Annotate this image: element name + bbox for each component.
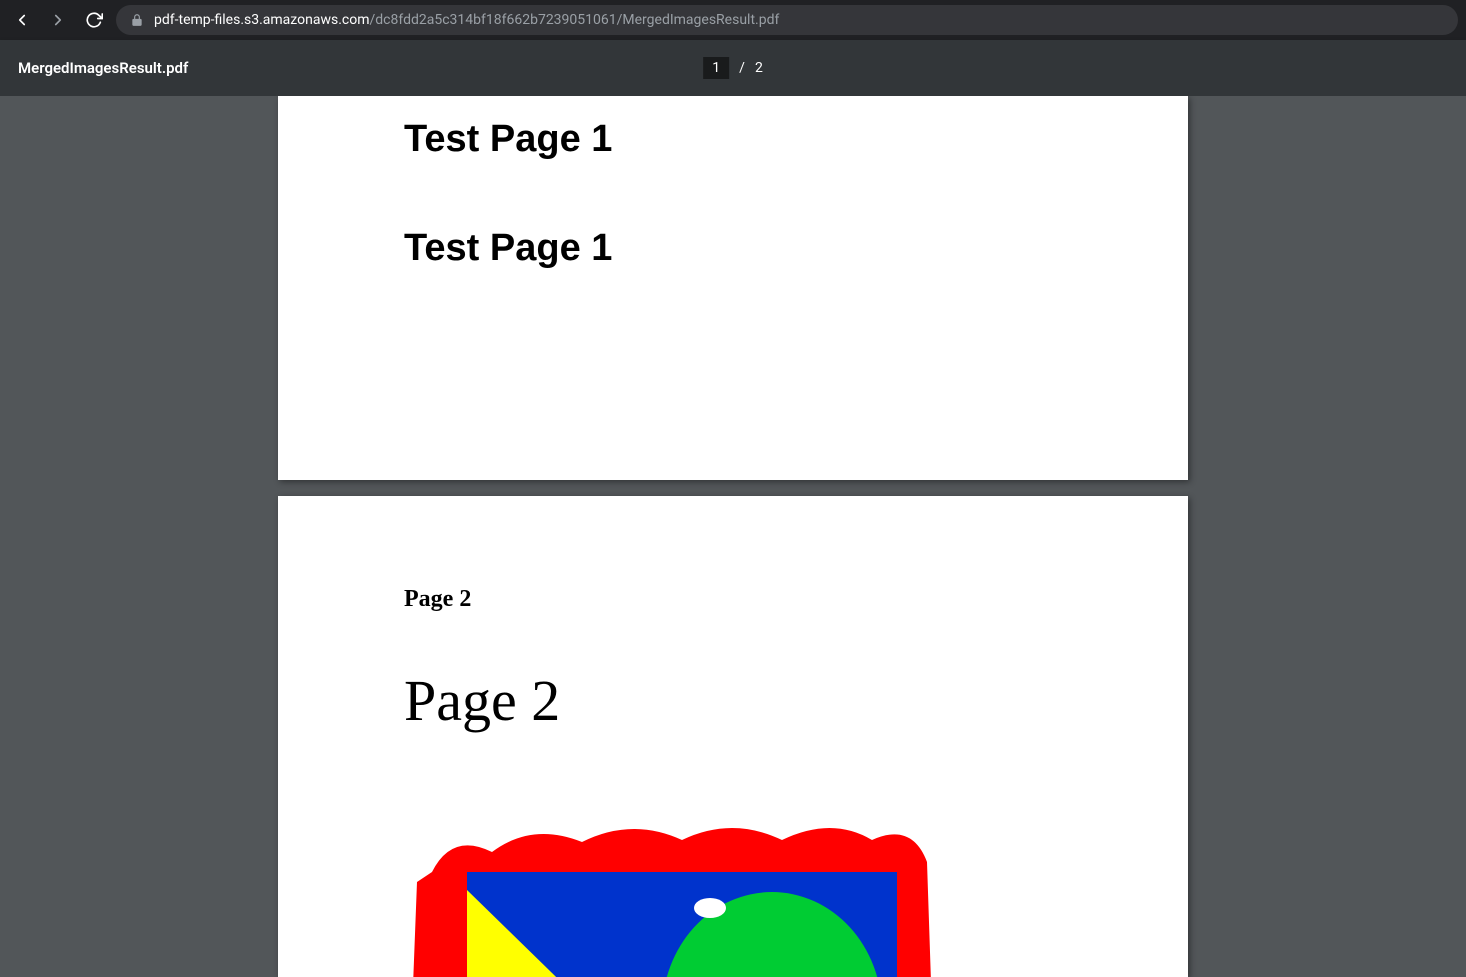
url-domain: pdf-temp-files.s3.amazonaws.com — [154, 12, 370, 28]
document-title: MergedImagesResult.pdf — [18, 59, 188, 77]
page-indicator: / 2 — [703, 57, 763, 79]
url-text: pdf-temp-files.s3.amazonaws.com/dc8fdd2a… — [154, 12, 779, 28]
page-number-input[interactable] — [703, 57, 729, 79]
reload-button[interactable] — [80, 6, 108, 34]
address-bar[interactable]: pdf-temp-files.s3.amazonaws.com/dc8fdd2a… — [116, 5, 1458, 35]
pdf-toolbar: MergedImagesResult.pdf / 2 — [0, 40, 1466, 96]
forward-button[interactable] — [44, 6, 72, 34]
page-separator: / — [739, 60, 745, 76]
pdf-content-area[interactable]: Test Page 1 Test Page 1 Page 2 Page 2 — [0, 96, 1466, 977]
page-total: 2 — [755, 60, 763, 76]
page2-small-heading: Page 2 — [404, 586, 1062, 613]
page1-heading-1: Test Page 1 — [404, 118, 1062, 161]
page1-heading-2: Test Page 1 — [404, 227, 1062, 270]
pdf-page-1: Test Page 1 Test Page 1 — [278, 96, 1188, 480]
lock-icon — [130, 13, 144, 27]
browser-chrome: pdf-temp-files.s3.amazonaws.com/dc8fdd2a… — [0, 0, 1466, 40]
back-button[interactable] — [8, 6, 36, 34]
url-path: /dc8fdd2a5c314bf18f662b7239051061/Merged… — [370, 12, 780, 28]
page2-large-heading: Page 2 — [404, 667, 1062, 734]
pdf-page-2: Page 2 Page 2 — [278, 496, 1188, 977]
page2-graphic — [412, 812, 932, 977]
